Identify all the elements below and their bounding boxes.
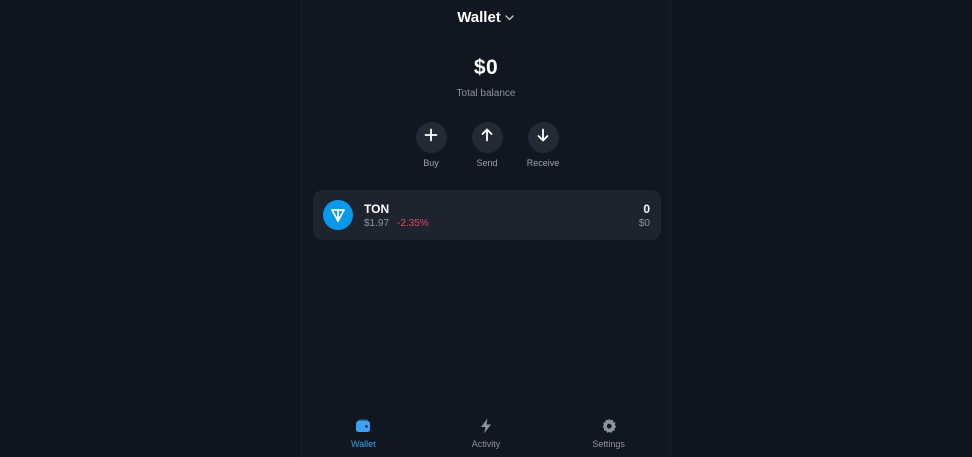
gear-icon bbox=[600, 417, 618, 435]
buy-button[interactable]: Buy bbox=[407, 122, 455, 172]
arrow-up-icon bbox=[480, 128, 494, 147]
total-balance-amount: $0 bbox=[473, 56, 499, 79]
nav-label-settings: Settings bbox=[592, 439, 625, 449]
nav-label-activity: Activity bbox=[471, 439, 501, 449]
send-button-circle[interactable] bbox=[471, 122, 503, 153]
lightning-icon bbox=[477, 417, 495, 435]
wallet-panel: Wallet $0 Total balance Buy Send Receive… bbox=[301, 0, 671, 457]
send-label: Send bbox=[476, 158, 498, 168]
app-window: Wallet $0 Total balance Buy Send Receive… bbox=[0, 0, 972, 457]
page-title: Wallet bbox=[457, 8, 501, 26]
token-row-ton[interactable]: TON $1.97 -2.35% 0 $0 bbox=[313, 190, 661, 240]
receive-label: Receive bbox=[526, 158, 560, 168]
send-button[interactable]: Send bbox=[463, 122, 511, 172]
nav-item-settings[interactable]: Settings bbox=[547, 412, 670, 457]
ton-logo-icon bbox=[323, 200, 353, 230]
token-amount: 0 bbox=[643, 202, 650, 216]
chevron-down-icon bbox=[505, 13, 515, 23]
arrow-down-icon bbox=[536, 128, 550, 147]
token-price-change: -2.35% bbox=[397, 218, 429, 229]
nav-item-activity[interactable]: Activity bbox=[425, 412, 548, 457]
buy-button-circle[interactable] bbox=[415, 122, 447, 153]
token-fiat-value: $0 bbox=[638, 218, 650, 229]
buy-label: Buy bbox=[423, 158, 439, 168]
bottom-nav: Wallet Activity Settings bbox=[302, 412, 670, 457]
plus-icon bbox=[424, 128, 438, 147]
nav-item-wallet[interactable]: Wallet bbox=[302, 412, 425, 457]
action-bar: Buy Send Receive bbox=[407, 122, 567, 172]
token-price: $1.97 bbox=[364, 218, 390, 229]
nav-label-wallet: Wallet bbox=[351, 439, 376, 449]
receive-button-circle[interactable] bbox=[527, 122, 559, 153]
receive-button[interactable]: Receive bbox=[519, 122, 567, 172]
token-name: TON bbox=[364, 202, 390, 216]
wallet-icon bbox=[354, 417, 372, 435]
wallet-selector[interactable]: Wallet bbox=[302, 6, 670, 28]
total-balance-label: Total balance bbox=[456, 88, 516, 99]
